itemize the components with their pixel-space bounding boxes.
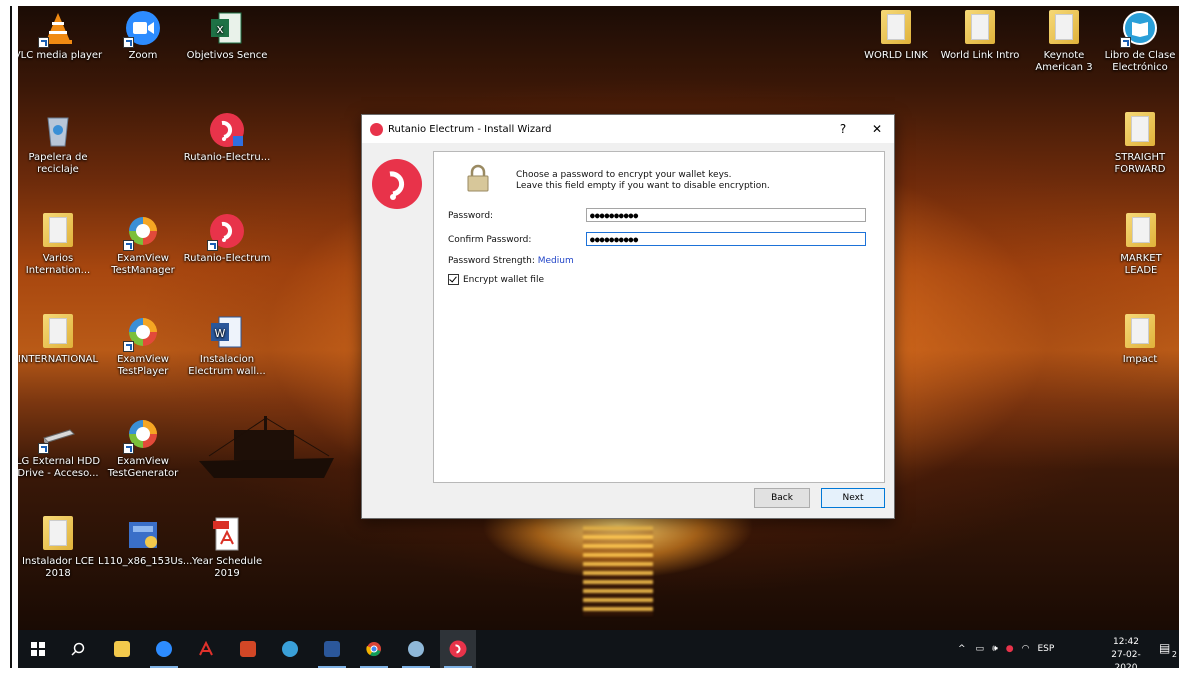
tray-app-icon[interactable]: ●	[1006, 644, 1014, 654]
folder-icon	[1123, 213, 1159, 249]
rutanio-icon	[207, 213, 245, 251]
language-indicator[interactable]: ESP	[1037, 644, 1054, 654]
desktop-icon-rutanio-2[interactable]: Rutanio-Electrum	[182, 213, 272, 265]
zoom-icon	[123, 10, 161, 48]
zoom-icon[interactable]	[146, 630, 182, 668]
search-icon[interactable]	[60, 630, 96, 668]
rutanio-icon	[209, 112, 245, 148]
password-strength-value: Medium	[537, 256, 574, 266]
sun-reflection	[583, 526, 653, 616]
folder-icon	[40, 516, 76, 552]
windows-start-icon[interactable]	[20, 630, 56, 668]
libro-icon	[1120, 10, 1158, 48]
lock-icon	[467, 164, 489, 192]
desktop-icon-world-link[interactable]: WORLD LINK	[851, 10, 941, 62]
notifications-icon[interactable]: ▤ 2	[1159, 641, 1177, 659]
desktop-icon-international[interactable]: INTERNATIONAL	[18, 314, 103, 366]
rutanio-logo-icon	[370, 122, 383, 136]
desktop-icon-examview-testmanager[interactable]: ExamView TestManager	[98, 213, 188, 277]
instruction-line-1: Choose a password to encrypt your wallet…	[516, 170, 732, 180]
clock[interactable]: 12:42 27-02-2020	[1101, 636, 1151, 675]
password-strength-label: Password Strength:	[448, 256, 535, 266]
desktop-icon-year-schedule[interactable]: Year Schedule 2019	[182, 516, 272, 580]
acrobat-icon[interactable]	[188, 630, 224, 668]
examview-icon	[123, 213, 161, 251]
desktop-icon-rutanio-1[interactable]: Rutanio-Electru...	[182, 112, 272, 164]
desktop-icon-examview-testplayer[interactable]: ExamView TestPlayer	[98, 314, 188, 378]
examview-icon	[123, 416, 161, 454]
encrypt-wallet-option[interactable]: Encrypt wallet file	[448, 274, 544, 285]
dialog-titlebar[interactable]: Rutanio Electrum - Install Wizard ? ✕	[362, 115, 894, 143]
folder-icon	[40, 213, 76, 249]
wifi-icon[interactable]: ◠	[1022, 644, 1030, 654]
paint-icon[interactable]	[398, 630, 434, 668]
desktop-icon-instalador-lce[interactable]: Instalador LCE 2018	[18, 516, 103, 580]
folder-icon	[1046, 10, 1082, 46]
clock-time: 12:42	[1113, 637, 1139, 647]
clock-date: 27-02-2020	[1111, 650, 1141, 673]
drive-icon	[38, 416, 76, 454]
pdf-icon	[209, 516, 245, 552]
dialog-title: Rutanio Electrum - Install Wizard	[388, 123, 552, 135]
rutanio-icon[interactable]	[440, 630, 476, 668]
svg-text:x: x	[216, 22, 223, 36]
battery-icon[interactable]: ▭	[976, 644, 985, 654]
folder-icon	[1122, 112, 1158, 148]
encrypt-wallet-checkbox[interactable]	[448, 274, 459, 285]
svg-text:W: W	[215, 327, 226, 340]
password-label: Password:	[448, 211, 494, 221]
password-input[interactable]: ●●●●●●●●●●	[586, 208, 866, 222]
word-icon: W	[209, 314, 245, 350]
desktop-icon-objetivos[interactable]: x Objetivos Sence	[182, 10, 272, 62]
password-panel: Choose a password to encrypt your wallet…	[433, 151, 885, 483]
desktop-icon-libro[interactable]: Libro de Clase Electrónico	[1103, 10, 1177, 74]
desktop-icon-examview-testgenerator[interactable]: ExamView TestGenerator	[98, 416, 188, 480]
desktop-icon-papelera[interactable]: Papelera de reciclaje	[18, 112, 103, 176]
recycle-bin-icon	[40, 112, 76, 148]
notification-count: 2	[1171, 650, 1177, 659]
browser-icon[interactable]	[272, 630, 308, 668]
desktop-icon-impact[interactable]: Impact	[1103, 314, 1177, 366]
install-wizard-dialog: Rutanio Electrum - Install Wizard ? ✕ Ch…	[361, 114, 895, 519]
chrome-icon[interactable]	[356, 630, 392, 668]
next-button[interactable]: Next	[821, 488, 885, 508]
tray-chevron-icon[interactable]: ^	[958, 644, 966, 654]
powerpoint-icon[interactable]	[230, 630, 266, 668]
file-explorer-icon[interactable]	[104, 630, 140, 668]
desktop-icon-keynote[interactable]: Keynote American 3	[1019, 10, 1109, 74]
folder-icon	[962, 10, 998, 46]
folder-icon	[878, 10, 914, 46]
desktop-icon-instalacion[interactable]: W Instalacion Electrum wall...	[182, 314, 272, 378]
boat-silhouette	[199, 416, 334, 478]
dialog-body: Choose a password to encrypt your wallet…	[362, 143, 894, 518]
help-button[interactable]: ?	[826, 122, 860, 136]
desktop-icon-varios[interactable]: Varios Internation...	[18, 213, 103, 277]
desktop-icon-lg-hdd[interactable]: LG External HDD Drive - Acceso...	[18, 416, 103, 480]
confirm-password-label: Confirm Password:	[448, 235, 532, 245]
examview-icon	[123, 314, 161, 352]
desktop-icon-world-link-intro[interactable]: World Link Intro	[935, 10, 1025, 62]
desktop-icon-straight-forward[interactable]: STRAIGHT FORWARD	[1103, 112, 1177, 176]
vlc-icon	[38, 10, 76, 48]
window-edge	[10, 6, 12, 668]
excel-icon: x	[209, 10, 245, 46]
system-tray: ^ ▭ 🕪 ● ◠ ESP	[958, 630, 1054, 668]
word-icon[interactable]	[314, 630, 350, 668]
installer-icon	[125, 516, 161, 552]
taskbar: ^ ▭ 🕪 ● ◠ ESP 12:42 27-02-2020 ▤ 2	[18, 630, 1179, 673]
folder-icon	[1122, 314, 1158, 350]
desktop-icon-vlc[interactable]: VLC media player	[18, 10, 103, 62]
desktop-icon-l110[interactable]: L110_x86_153Us...	[98, 516, 192, 568]
encrypt-wallet-label: Encrypt wallet file	[463, 274, 544, 285]
volume-icon[interactable]: 🕪	[992, 644, 998, 654]
desktop-icon-market-leader[interactable]: MARKET LEADE	[1103, 213, 1179, 277]
back-button[interactable]: Back	[754, 488, 810, 508]
close-button[interactable]: ✕	[860, 122, 894, 136]
confirm-password-input[interactable]: ●●●●●●●●●●	[586, 232, 866, 246]
folder-person-icon	[40, 314, 76, 350]
desktop-icon-zoom[interactable]: Zoom	[98, 10, 188, 62]
instruction-line-2: Leave this field empty if you want to di…	[516, 181, 770, 191]
rutanio-logo-icon	[372, 159, 422, 209]
password-strength: Password Strength: Medium	[448, 256, 574, 266]
